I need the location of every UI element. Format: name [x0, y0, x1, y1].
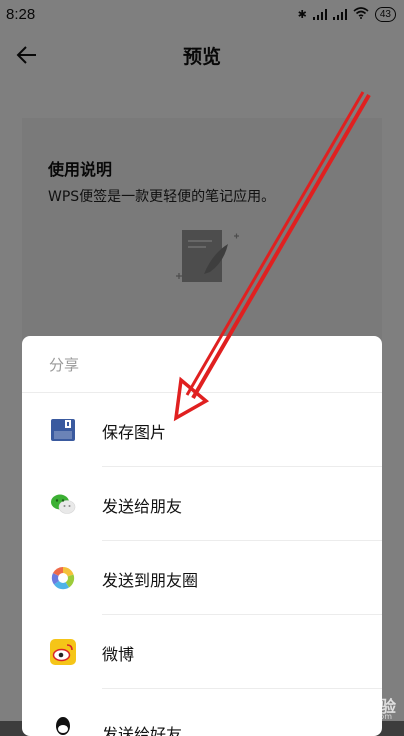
wechat-icon — [51, 494, 76, 514]
watermark-url: jingyan.baidu.com — [318, 712, 392, 721]
moments-icon — [51, 566, 75, 590]
share-option-save-image[interactable]: 保存图片 — [22, 393, 382, 467]
share-option-send-to-friend[interactable]: 发送给朋友 — [22, 467, 382, 541]
share-option-label: 保存图片 — [102, 423, 167, 442]
share-option-label: 微博 — [102, 645, 135, 664]
share-sheet-header: 分享 — [22, 336, 382, 393]
share-option-weibo[interactable]: 微博 — [22, 615, 382, 689]
qq-icon — [56, 717, 70, 735]
share-option-moments[interactable]: 发送到朋友圈 — [22, 541, 382, 615]
share-option-label: 发送到朋友圈 — [102, 571, 199, 590]
share-option-label: 发送给好友 — [102, 725, 183, 736]
share-sheet-title: 分享 — [49, 356, 80, 374]
floppy-disk-icon — [51, 419, 75, 441]
share-sheet: 分享 保存图片 发送给朋友 发送到朋友圈 微博 发送给好友 — [22, 336, 382, 736]
weibo-icon — [50, 639, 76, 665]
share-option-label: 发送给朋友 — [102, 497, 183, 516]
